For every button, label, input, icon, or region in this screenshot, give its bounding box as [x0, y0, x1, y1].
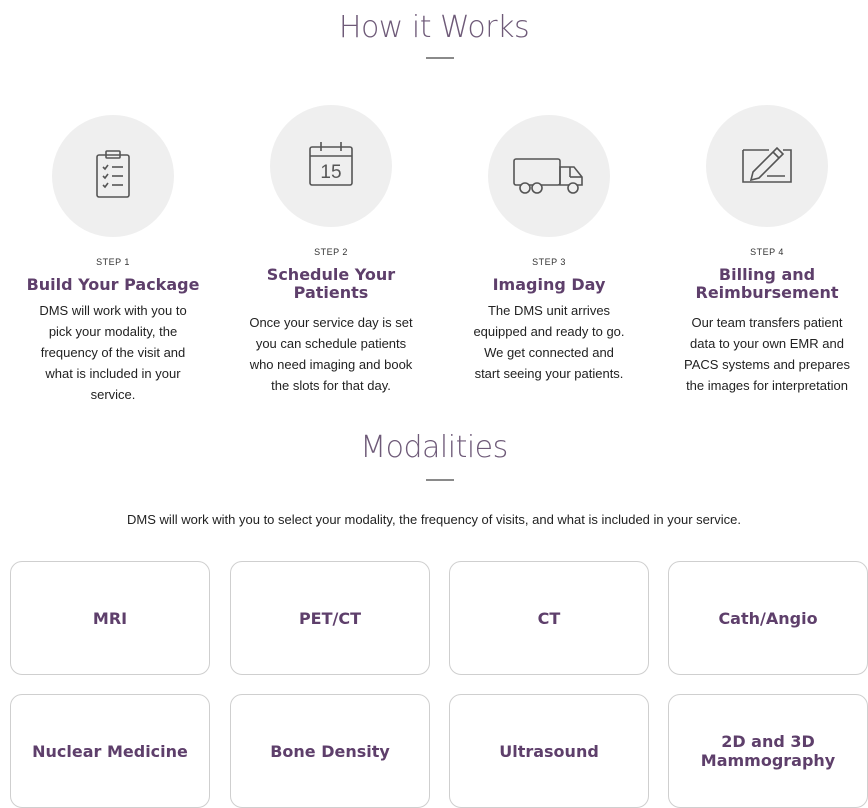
step-2: 15 STEP 2 Schedule Your Patients Once yo…	[231, 105, 431, 396]
modality-card-bone-density[interactable]: Bone Density	[230, 694, 430, 808]
step-2-heading: Schedule Your Patients	[266, 265, 396, 302]
step-4-heading: Billing and Reimbursement	[695, 265, 839, 302]
modalities-divider	[426, 479, 454, 481]
how-it-works-divider	[426, 57, 454, 59]
modality-card-ultrasound[interactable]: Ultrasound	[449, 694, 649, 808]
modalities-title: Modalities	[360, 430, 508, 465]
calendar-icon: 15	[307, 140, 355, 193]
signature-pen-icon	[739, 142, 795, 191]
step-3-circle	[488, 115, 610, 237]
step-1-circle	[52, 115, 174, 237]
modality-card-cath-angio[interactable]: Cath/Angio	[668, 561, 868, 675]
modality-card-nuclear-medicine[interactable]: Nuclear Medicine	[10, 694, 210, 808]
step-4-circle	[706, 105, 828, 227]
step-1: STEP 1 Build Your Package DMS will work …	[13, 115, 213, 405]
modality-card-ct[interactable]: CT	[449, 561, 649, 675]
step-1-heading: Build Your Package	[26, 275, 200, 294]
step-2-description: Once your service day is set you can sch…	[249, 315, 413, 393]
truck-icon	[512, 153, 586, 200]
modality-card-mri[interactable]: MRI	[10, 561, 210, 675]
step-3: STEP 3 Imaging Day The DMS unit arrives …	[449, 115, 649, 384]
how-it-works-title: How it Works	[338, 10, 530, 45]
step-4: STEP 4 Billing and Reimbursement Our tea…	[667, 105, 867, 396]
step-2-label: STEP 2	[314, 247, 348, 257]
modality-card-mammography[interactable]: 2D and 3D Mammography	[668, 694, 868, 808]
step-4-label: STEP 4	[750, 247, 784, 257]
step-4-description: Our team transfers patient data to your …	[684, 315, 850, 393]
clipboard-checklist-icon	[93, 149, 133, 204]
step-3-heading: Imaging Day	[492, 275, 606, 294]
modality-card-pet-ct[interactable]: PET/CT	[230, 561, 430, 675]
modalities-intro: DMS will work with you to select your mo…	[127, 512, 741, 527]
step-1-description: DMS will work with you to pick your moda…	[39, 303, 187, 402]
step-1-label: STEP 1	[96, 257, 130, 267]
step-3-description: The DMS unit arrives equipped and ready …	[473, 303, 625, 381]
svg-text:15: 15	[320, 162, 341, 183]
step-2-circle: 15	[270, 105, 392, 227]
step-3-label: STEP 3	[532, 257, 566, 267]
